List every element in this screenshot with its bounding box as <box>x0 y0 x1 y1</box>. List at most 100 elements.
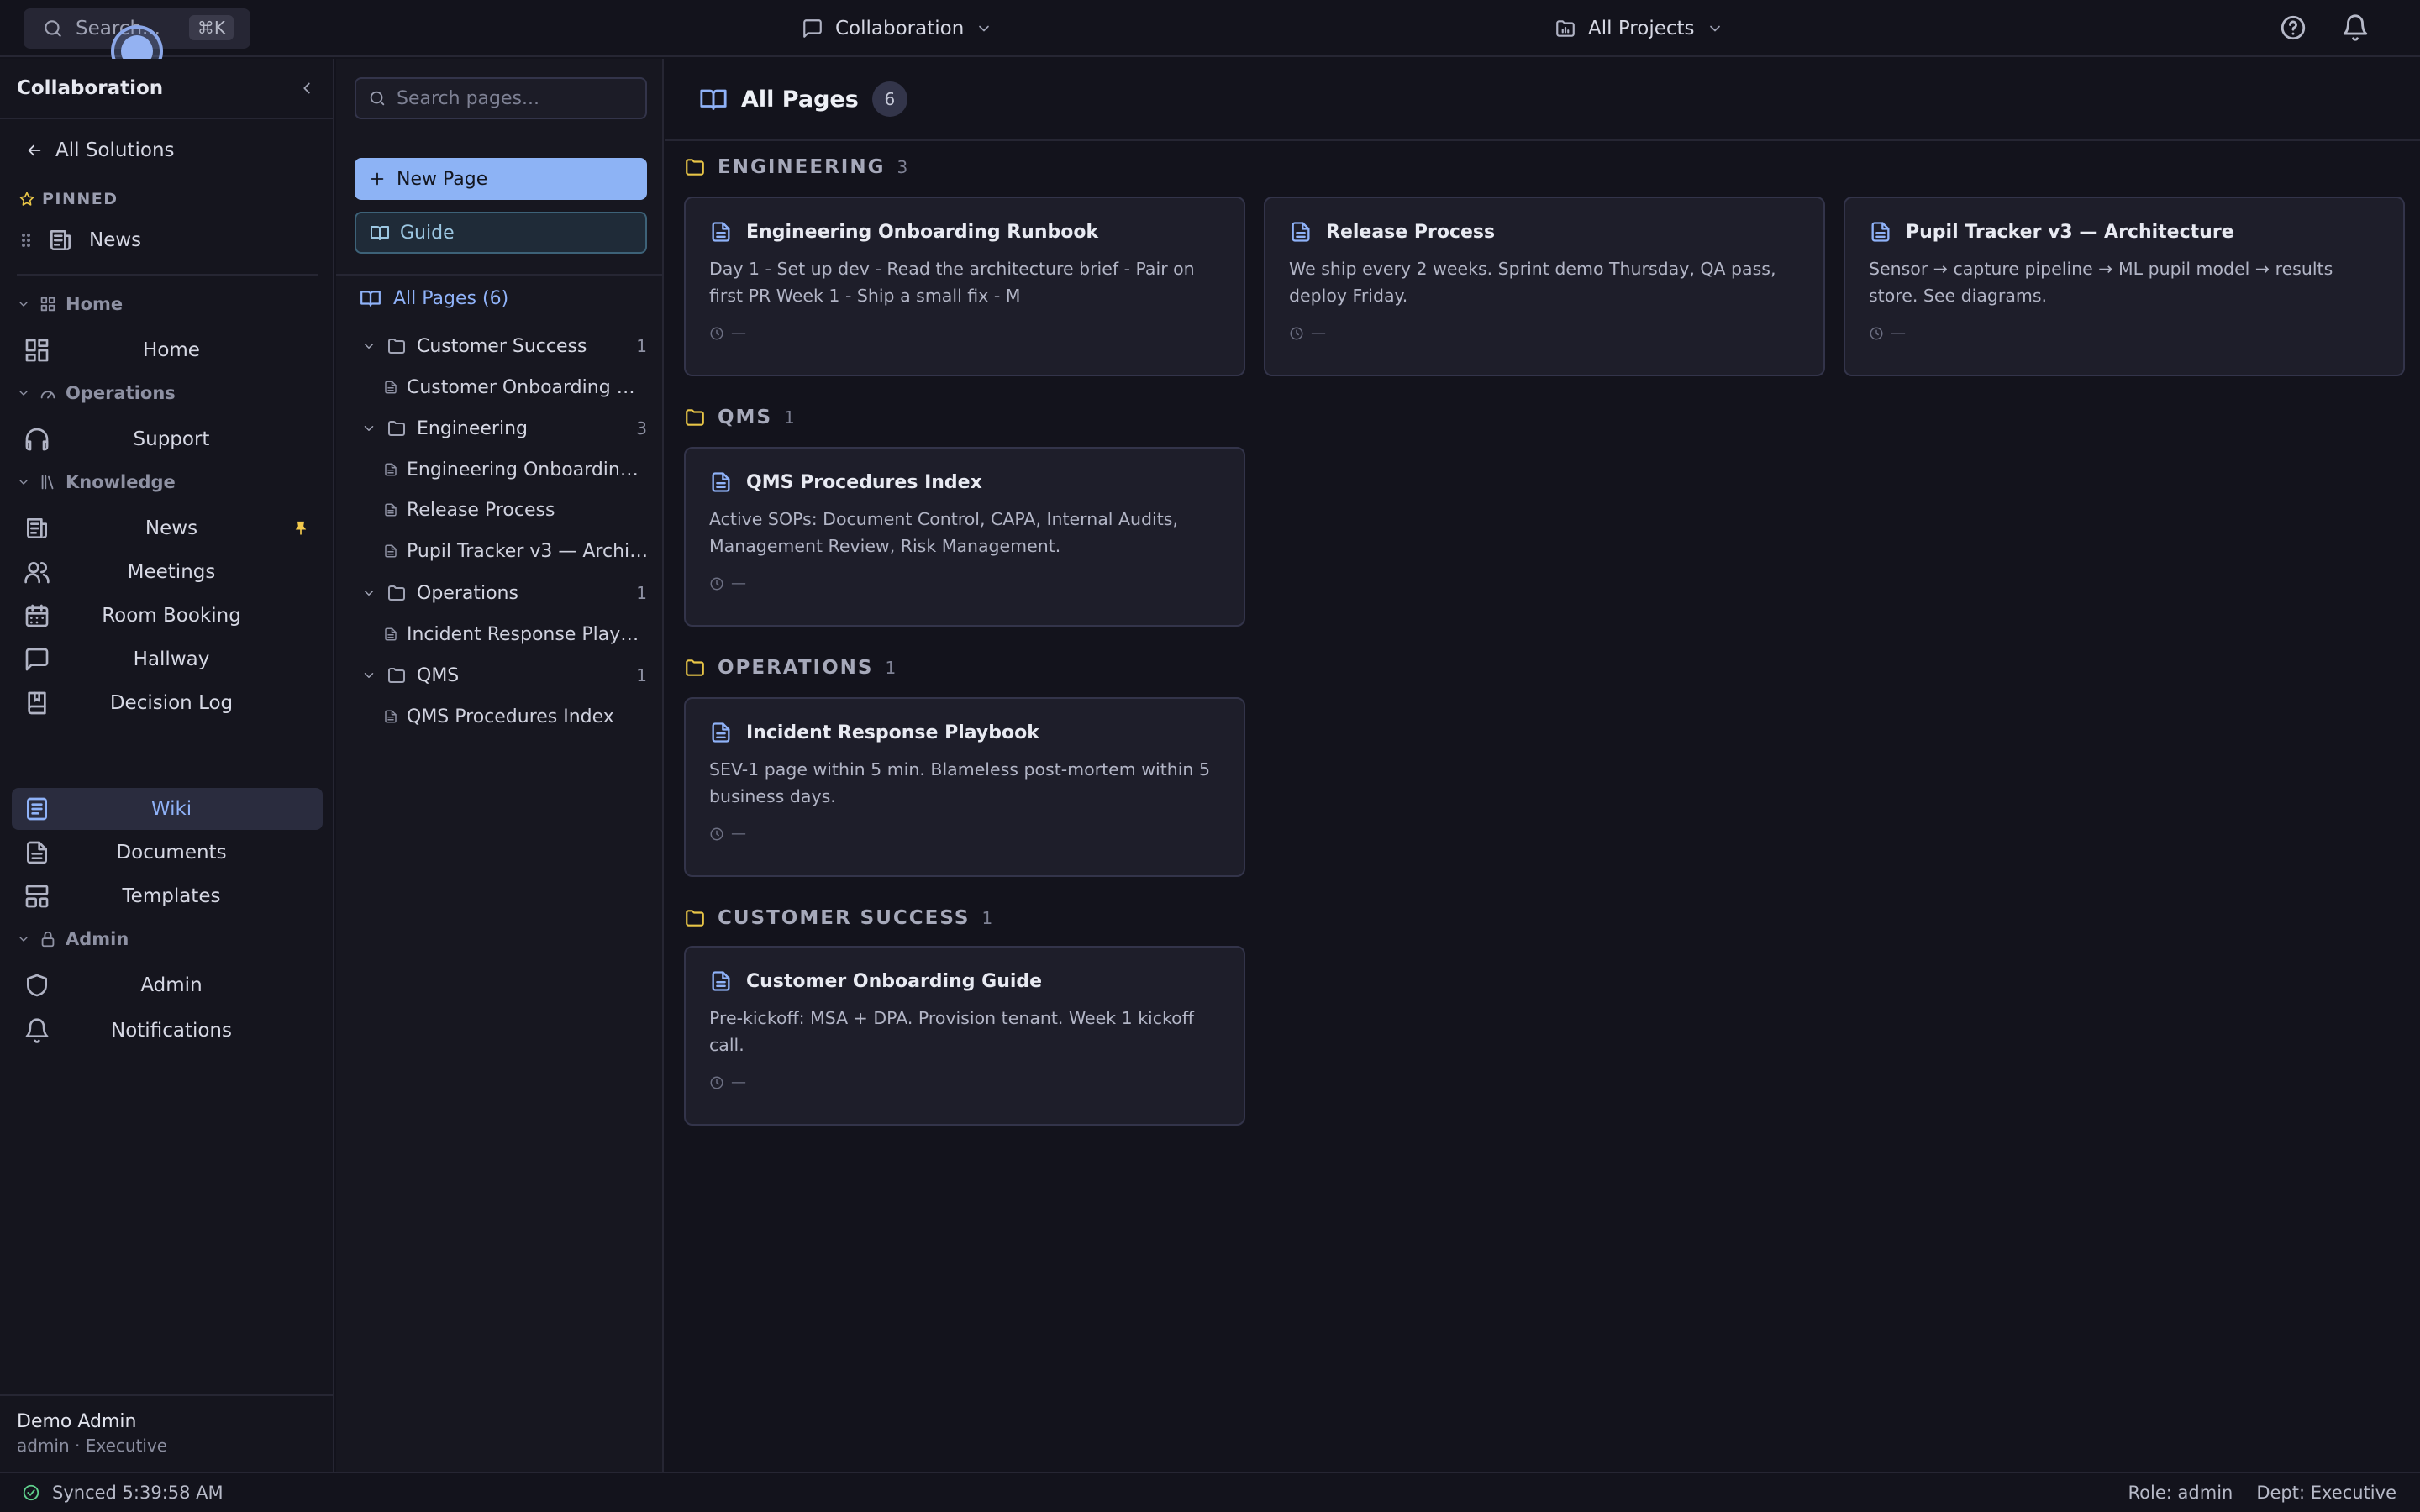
group-operations[interactable]: Operations <box>17 383 176 403</box>
help-icon[interactable] <box>2279 13 2307 42</box>
tree-page-label: Customer Onboarding Guide <box>407 376 649 398</box>
nav-item-label: Home <box>143 339 200 361</box>
page-card-meta: — <box>709 1074 1220 1091</box>
page-search[interactable] <box>355 77 647 119</box>
page-card-title-text: Customer Onboarding Guide <box>746 970 1043 992</box>
book-open-icon <box>700 89 727 110</box>
nav-item-wiki[interactable]: Wiki <box>12 788 323 830</box>
folder-icon <box>388 421 405 436</box>
nav-item-admin[interactable]: Admin <box>12 964 323 1006</box>
nav-item-label: Admin <box>140 974 203 996</box>
new-page-button[interactable]: New Page <box>355 158 647 200</box>
page-card-updated: — <box>731 825 746 843</box>
tree-page-item[interactable]: Release Process <box>383 493 649 527</box>
tree-folder-label: Operations <box>417 582 518 604</box>
page-title: All Pages <box>741 86 859 113</box>
page-card-excerpt: We ship every 2 weeks. Sprint demo Thurs… <box>1289 259 1776 306</box>
section-name: QMS <box>718 407 773 428</box>
tree-page-item[interactable]: Incident Response Playbook <box>383 617 649 651</box>
tree-page-item[interactable]: Engineering Onboarding Runbook <box>383 453 649 486</box>
nav-item-templates[interactable]: Templates <box>12 875 323 917</box>
pinned-item-news[interactable]: News <box>20 227 141 254</box>
project-switcher[interactable]: All Projects <box>1555 12 1723 45</box>
pinned-label-text: PINNED <box>42 190 118 208</box>
page-card[interactable]: Customer Onboarding Guide Pre-kickoff: M… <box>684 946 1245 1126</box>
tree-page-item[interactable]: QMS Procedures Index <box>383 700 649 733</box>
nav-item-support[interactable]: Support <box>12 418 323 460</box>
group-knowledge[interactable]: Knowledge <box>17 472 176 492</box>
nav-item-meetings[interactable]: Meetings <box>12 551 323 593</box>
page-card-meta: — <box>709 825 1220 843</box>
sync-status: Synced 5:39:58 AM <box>22 1483 224 1503</box>
nav-item-documents[interactable]: Documents <box>12 832 323 874</box>
book-open-icon <box>360 291 381 307</box>
tree-page-item[interactable]: Pupil Tracker v3 — Architecture <box>383 534 649 568</box>
page-search-input[interactable] <box>397 87 640 109</box>
user-profile[interactable]: Demo Admin admin · Executive <box>0 1394 333 1472</box>
file-text-icon <box>385 544 397 558</box>
main-header: All Pages 6 <box>666 59 2420 141</box>
page-card-title-text: Release Process <box>1326 221 1496 243</box>
tree-page-item[interactable]: Customer Onboarding Guide <box>383 370 649 404</box>
page-card[interactable]: Pupil Tracker v3 — Architecture Sensor →… <box>1844 197 2405 376</box>
file-text-icon <box>712 222 730 242</box>
page-card[interactable]: Engineering Onboarding Runbook Day 1 - S… <box>684 197 1245 376</box>
solution-switcher-label: Collaboration <box>835 18 965 39</box>
tree-folder-customer-success[interactable]: Customer Success 1 <box>361 329 647 363</box>
group-home[interactable]: Home <box>17 294 123 314</box>
nav-item-room-booking[interactable]: Room Booking <box>12 595 323 637</box>
status-bar: Synced 5:39:58 AM Role: admin Dept: Exec… <box>0 1472 2420 1512</box>
nav-item-label: Documents <box>116 842 227 864</box>
page-card[interactable]: Release Process We ship every 2 weeks. S… <box>1264 197 1825 376</box>
guide-button[interactable]: Guide <box>355 212 647 254</box>
chevron-down-icon <box>364 673 374 678</box>
solution-switcher[interactable]: Collaboration <box>802 12 992 45</box>
status-right: Role: admin Dept: Executive <box>2128 1483 2396 1503</box>
chevron-left-icon[interactable] <box>297 79 316 97</box>
all-pages-link-label: All Pages (6) <box>393 287 509 309</box>
nav-item-label: Templates <box>122 885 221 907</box>
section-qms: QMS 1 <box>684 407 795 428</box>
sidebar: Collaboration All Solutions PINNED News … <box>0 59 334 1472</box>
section-count: 1 <box>885 658 897 678</box>
nav-item-notifications[interactable]: Notifications <box>12 1010 323 1052</box>
tree-page-label: Incident Response Playbook <box>407 623 649 645</box>
nav-item-news[interactable]: News <box>12 507 323 549</box>
tree-folder-count: 1 <box>636 583 647 603</box>
group-admin[interactable]: Admin <box>17 929 129 949</box>
file-text-icon <box>385 503 397 517</box>
lock-icon <box>41 931 55 948</box>
nav-item-hallway[interactable]: Hallway <box>12 638 323 680</box>
pinned-section-label: PINNED <box>18 190 118 208</box>
arrow-left-icon <box>28 144 41 156</box>
page-card[interactable]: Incident Response Playbook SEV-1 page wi… <box>684 697 1245 877</box>
page-card-updated: — <box>731 324 746 342</box>
tree-folder-operations[interactable]: Operations 1 <box>361 576 647 610</box>
drag-handle-icon[interactable] <box>20 230 32 250</box>
group-home-label: Home <box>66 294 124 314</box>
group-admin-label: Admin <box>66 929 129 949</box>
page-card-title: Pupil Tracker v3 — Architecture <box>1869 220 2380 244</box>
gauge-icon <box>40 391 55 399</box>
user-name: Demo Admin <box>17 1411 137 1432</box>
chevron-down-icon <box>364 591 374 596</box>
pin-icon[interactable] <box>292 520 309 537</box>
chevron-down-icon <box>19 302 28 307</box>
tree-folder-qms[interactable]: QMS 1 <box>361 659 647 692</box>
page-card-title-text: Engineering Onboarding Runbook <box>746 221 1099 243</box>
all-solutions-link[interactable]: All Solutions <box>25 139 175 161</box>
page-card-title: QMS Procedures Index <box>709 470 1220 494</box>
page-card-excerpt: Pre-kickoff: MSA + DPA. Provision tenant… <box>709 1008 1194 1055</box>
nav-item-home[interactable]: Home <box>12 329 323 371</box>
project-switcher-label: All Projects <box>1588 18 1695 39</box>
file-text-icon <box>712 971 730 991</box>
folder-icon <box>686 409 704 426</box>
page-card-meta: — <box>709 324 1220 342</box>
grid-icon <box>40 297 55 312</box>
chevron-down-icon <box>364 426 374 431</box>
bell-icon[interactable] <box>2341 13 2370 42</box>
tree-folder-engineering[interactable]: Engineering 3 <box>361 412 647 445</box>
all-pages-link[interactable]: All Pages (6) <box>360 287 508 309</box>
page-card[interactable]: QMS Procedures Index Active SOPs: Docume… <box>684 447 1245 627</box>
nav-item-decision-log[interactable]: Decision Log <box>12 682 323 724</box>
